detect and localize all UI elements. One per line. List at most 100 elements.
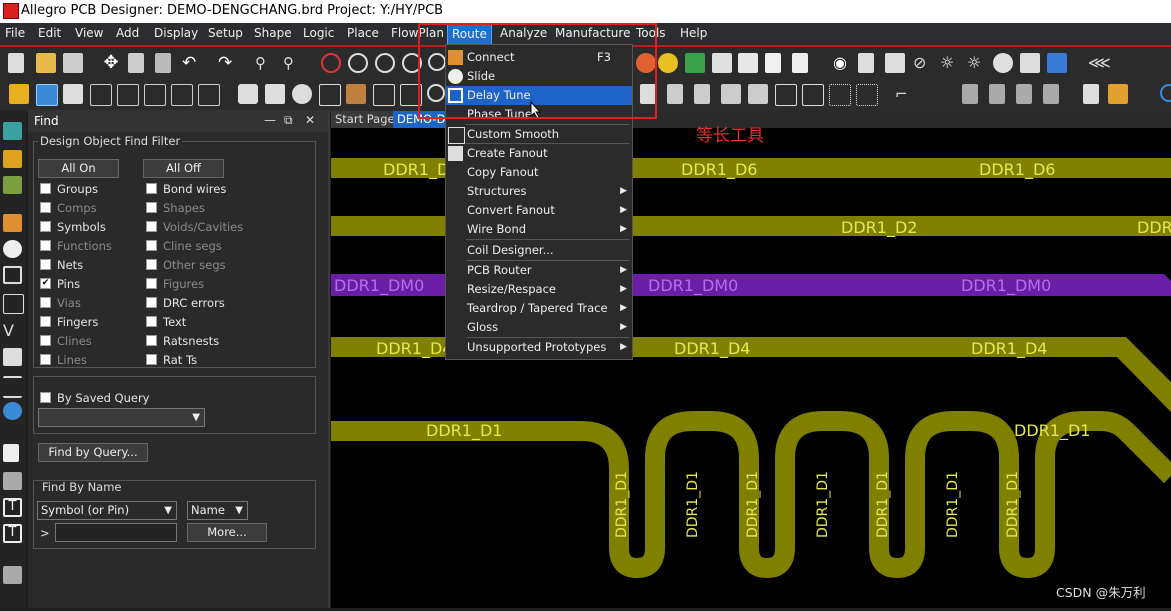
- pick-icon[interactable]: [63, 84, 83, 104]
- copy-icon[interactable]: [128, 53, 144, 73]
- table-icon[interactable]: [738, 53, 758, 73]
- delay-tune-icon[interactable]: [3, 266, 22, 284]
- filter-checkbox[interactable]: Vias: [40, 296, 81, 310]
- net-icon[interactable]: [3, 122, 22, 140]
- menu-add[interactable]: Add: [116, 26, 139, 40]
- zoom-fit-icon[interactable]: [321, 53, 341, 73]
- color-wheel-icon[interactable]: [658, 53, 678, 73]
- add-rect-icon[interactable]: [265, 84, 285, 104]
- swap-icon[interactable]: [1108, 84, 1128, 104]
- menu-item-custom-smooth[interactable]: Custom Smooth: [446, 125, 632, 144]
- corner-icon[interactable]: [171, 84, 193, 106]
- unpin-icon[interactable]: ⚲: [283, 53, 303, 73]
- zoom-out-icon[interactable]: [375, 53, 395, 73]
- route-auto-icon[interactable]: [3, 402, 22, 420]
- filter-checkbox[interactable]: Rat Ts: [146, 353, 197, 367]
- menu-item-wire-bond[interactable]: Wire Bond ▶: [446, 220, 632, 239]
- filter-checkbox[interactable]: Groups: [40, 182, 98, 196]
- layers-icon[interactable]: [685, 53, 705, 73]
- name-input[interactable]: [55, 523, 177, 542]
- saved-query-select[interactable]: ▼: [38, 408, 205, 427]
- menu-file[interactable]: File: [5, 26, 25, 40]
- chip-icon[interactable]: [3, 150, 22, 168]
- globe-icon[interactable]: [1160, 84, 1171, 102]
- comment-icon[interactable]: [3, 472, 22, 490]
- cube-icon[interactable]: [1020, 53, 1040, 73]
- menu-item-gloss[interactable]: Gloss ▶: [446, 318, 632, 337]
- drc-1-icon[interactable]: [962, 84, 978, 104]
- delete-icon[interactable]: [155, 53, 171, 73]
- menu-item-teardrop[interactable]: Teardrop / Tapered Trace ▶: [446, 299, 632, 318]
- document-icon[interactable]: [765, 53, 781, 73]
- bus-icon[interactable]: [3, 376, 22, 398]
- filter-checkbox[interactable]: ✔ Pins: [40, 277, 80, 291]
- undo-icon[interactable]: ↶: [182, 53, 202, 73]
- all-on-button[interactable]: All On: [38, 159, 119, 178]
- settings-doc-icon[interactable]: [792, 53, 808, 73]
- tab-start-page[interactable]: Start Page: [331, 111, 399, 128]
- connect-icon[interactable]: [3, 214, 22, 232]
- menu-item-structures[interactable]: Structures ▶: [446, 182, 632, 201]
- export-icon[interactable]: [144, 84, 166, 106]
- filter-checkbox[interactable]: Bond wires: [146, 182, 226, 196]
- scissors-icon[interactable]: [993, 53, 1013, 73]
- menu-item-convert-fanout[interactable]: Convert Fanout ▶: [446, 201, 632, 220]
- share-icon[interactable]: ⋘: [1088, 53, 1111, 73]
- menu-view[interactable]: View: [75, 26, 103, 40]
- minimize-icon[interactable]: —: [264, 113, 276, 127]
- redo-icon[interactable]: ↷: [218, 53, 238, 73]
- gear-icon[interactable]: [3, 566, 22, 584]
- float-icon[interactable]: ⧉: [284, 113, 293, 128]
- filter-checkbox[interactable]: Shapes: [146, 201, 205, 215]
- more-button[interactable]: More...: [187, 523, 267, 542]
- menu-place[interactable]: Place: [347, 26, 379, 40]
- comb-icon[interactable]: [3, 176, 22, 194]
- zoom-in-icon[interactable]: [348, 53, 368, 73]
- menu-item-unsupported-prototypes[interactable]: Unsupported Prototypes ▶: [446, 338, 632, 357]
- drc-3-icon[interactable]: [1016, 84, 1032, 104]
- filter-checkbox[interactable]: Cline segs: [146, 239, 222, 253]
- filter-checkbox[interactable]: Clines: [40, 334, 92, 348]
- v-icon[interactable]: V: [3, 322, 22, 340]
- grid-box-icon[interactable]: [802, 84, 824, 106]
- add-circle-icon[interactable]: [292, 84, 312, 104]
- filter-checkbox[interactable]: Figures: [146, 277, 204, 291]
- menu-shape[interactable]: Shape: [254, 26, 292, 40]
- filter-checkbox[interactable]: Fingers: [40, 315, 98, 329]
- drc-check-icon[interactable]: [935, 84, 955, 104]
- edit-line-icon[interactable]: [3, 444, 19, 462]
- text-icon[interactable]: T: [3, 498, 22, 517]
- slash-icon[interactable]: ⊘: [913, 53, 933, 73]
- measure-icon[interactable]: [885, 53, 905, 73]
- text-edit-icon[interactable]: T: [3, 524, 22, 543]
- pin-icon[interactable]: ⚲: [255, 53, 275, 73]
- new-file-icon[interactable]: [8, 53, 24, 73]
- fanout-icon[interactable]: [3, 348, 22, 366]
- eye-icon[interactable]: ◉: [833, 53, 853, 73]
- dots-grid-icon[interactable]: [829, 84, 851, 106]
- filter-checkbox[interactable]: Comps: [40, 201, 97, 215]
- filter-checkbox[interactable]: Other segs: [146, 258, 226, 272]
- polygon-icon[interactable]: [373, 84, 395, 106]
- menu-item-copy-fanout[interactable]: Copy Fanout: [446, 163, 632, 182]
- filter-checkbox[interactable]: Symbols: [40, 220, 106, 234]
- filter-checkbox[interactable]: Ratsnests: [146, 334, 219, 348]
- open-folder-icon[interactable]: [36, 53, 56, 73]
- info-icon[interactable]: [858, 53, 874, 73]
- object-type-select[interactable]: Symbol (or Pin) ▼: [37, 501, 177, 520]
- circles-grid-icon[interactable]: [856, 84, 878, 106]
- filter-checkbox[interactable]: Nets: [40, 258, 83, 272]
- move-icon[interactable]: ✥: [101, 53, 121, 73]
- cross-doc-icon[interactable]: [667, 84, 683, 104]
- wave-icon[interactable]: [117, 84, 139, 106]
- filter-checkbox[interactable]: DRC errors: [146, 296, 225, 310]
- menu-item-resize-respace[interactable]: Resize/Respace ▶: [446, 280, 632, 299]
- close-icon[interactable]: ✕: [305, 113, 315, 127]
- filter-checkbox[interactable]: Voids/Cavities: [146, 220, 243, 234]
- menu-help[interactable]: Help: [680, 26, 707, 40]
- all-off-button[interactable]: All Off: [143, 159, 224, 178]
- find-by-query-button[interactable]: Find by Query...: [38, 443, 148, 462]
- box-icon[interactable]: [198, 84, 220, 106]
- snap-icon[interactable]: [9, 84, 29, 104]
- menu-setup[interactable]: Setup: [208, 26, 243, 40]
